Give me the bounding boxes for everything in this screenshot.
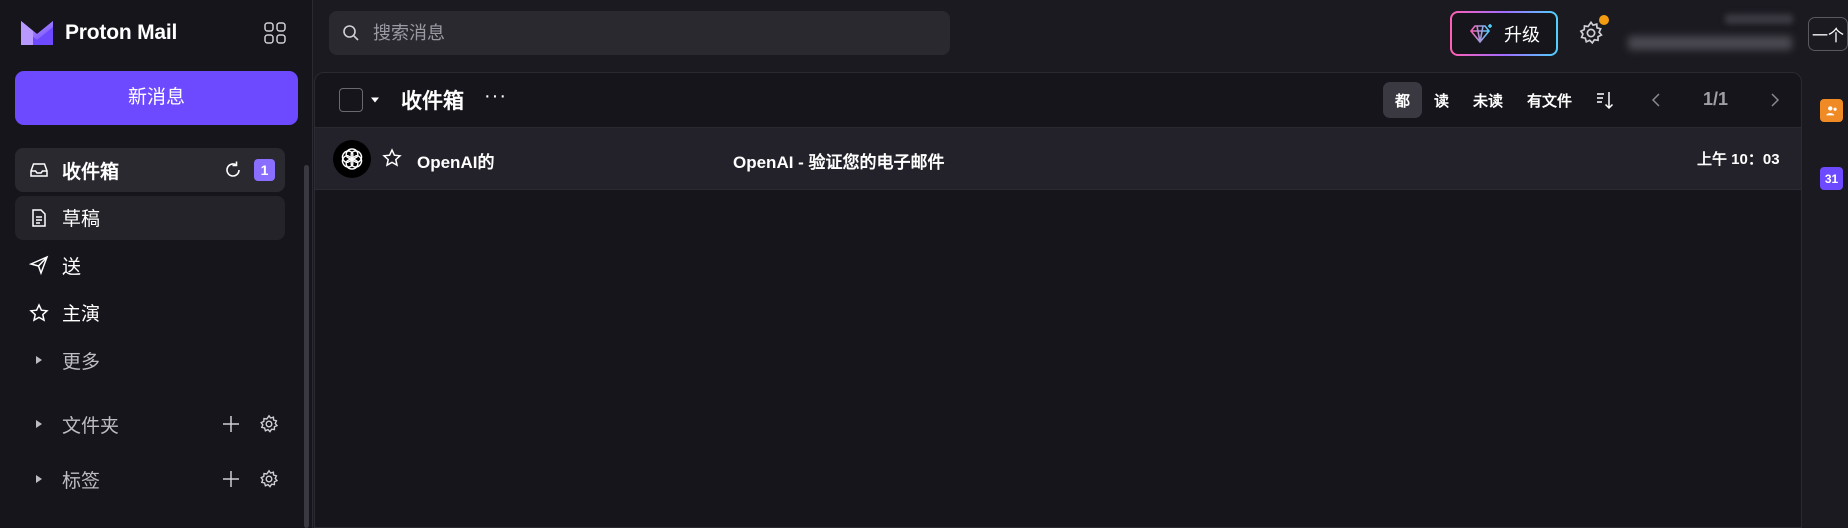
label-settings-icon[interactable]: [259, 469, 279, 489]
notification-dot: [1599, 15, 1609, 25]
more-actions-button[interactable]: ···: [484, 85, 507, 108]
sidebar-section-label: 文件夹: [62, 415, 120, 437]
new-message-button[interactable]: 新消息: [15, 71, 298, 125]
filter-read[interactable]: 读: [1422, 82, 1461, 118]
refresh-icon[interactable]: [223, 160, 243, 180]
message-row[interactable]: OpenAI的 OpenAI - 验证您的电子邮件 上午 10：03: [315, 128, 1801, 190]
sidebar-item-label: 更多: [62, 351, 101, 373]
list-toolbar: 收件箱 ··· 都 读 未读 有文件 1/1: [315, 73, 1801, 128]
filter-has-attachments[interactable]: 有文件: [1515, 82, 1584, 118]
message-sender: OpenAI的: [417, 153, 495, 172]
caret-right-icon: [29, 350, 49, 370]
filter-unread[interactable]: 未读: [1461, 82, 1515, 118]
sender-avatar[interactable]: [333, 140, 371, 178]
sidebar-item-label: 草稿: [62, 209, 101, 230]
add-folder-icon[interactable]: [221, 414, 241, 434]
sidebar-item-label: 收件箱: [62, 161, 120, 183]
upgrade-button-inner: 升级: [1452, 13, 1556, 54]
select-all-checkbox[interactable]: [339, 88, 363, 112]
sidebar-item-more[interactable]: 更多: [15, 338, 285, 382]
send-icon: [29, 255, 49, 275]
account-email-redacted: [1628, 36, 1792, 50]
contacts-icon[interactable]: [1820, 99, 1843, 122]
upgrade-label: 升级: [1504, 24, 1540, 45]
right-app-rail: 31: [1803, 72, 1848, 528]
pagination: 1/1: [1650, 89, 1781, 110]
filter-all[interactable]: 都: [1383, 82, 1423, 118]
sidebar-item-label: 送: [62, 256, 82, 278]
unread-count-badge: 1: [254, 159, 275, 181]
brand-logo[interactable]: Proton Mail: [19, 18, 177, 48]
sidebar-section-folders[interactable]: 文件夹: [15, 402, 285, 446]
sidebar-item-label: 主演: [62, 304, 101, 325]
section-actions: [221, 469, 279, 489]
folder-title: 收件箱: [401, 90, 464, 113]
sidebar-section-labels[interactable]: 标签: [15, 457, 285, 501]
calendar-icon[interactable]: 31: [1820, 167, 1843, 190]
star-icon: [29, 302, 49, 323]
account-name-redacted: [1725, 14, 1793, 24]
sidebar-item-starred[interactable]: 主演: [15, 291, 285, 335]
caret-right-icon: [29, 414, 49, 434]
sort-icon[interactable]: [1594, 89, 1616, 111]
diamond-icon: [1469, 23, 1492, 43]
sidebar-item-sent[interactable]: 送: [15, 243, 285, 287]
search-icon: [343, 25, 359, 41]
sidebar-section-label: 标签: [62, 470, 101, 492]
message-list-panel: 收件箱 ··· 都 读 未读 有文件 1/1 OpenAI的 OpenAI - …: [314, 72, 1802, 528]
sidebar: Proton Mail 新消息 收件箱 1 草稿 送 主演 更多 文件夹 标签: [0, 0, 313, 528]
filter-group: 都 读 未读 有文件: [1383, 82, 1616, 118]
inbox-icon: [29, 160, 49, 180]
app: Proton Mail 新消息 收件箱 1 草稿 送 主演 更多 文件夹 标签 …: [0, 0, 1848, 528]
account-button[interactable]: 一个: [1808, 17, 1848, 51]
search-input[interactable]: [373, 22, 933, 44]
brand-name: Proton Mail: [65, 21, 178, 44]
select-dropdown-icon[interactable]: [370, 96, 380, 104]
sidebar-item-drafts[interactable]: 草稿: [15, 195, 285, 240]
sidebar-scrollbar[interactable]: [304, 165, 309, 528]
section-actions: [221, 414, 279, 434]
caret-right-icon: [29, 469, 49, 489]
page-indicator: 1/1: [1702, 89, 1729, 109]
openai-logo-icon: [341, 148, 363, 170]
add-label-icon[interactable]: [221, 469, 241, 489]
proton-mail-logo-icon: [21, 21, 53, 45]
chevron-right-icon[interactable]: [1769, 91, 1781, 109]
message-subject: OpenAI - 验证您的电子邮件: [733, 153, 945, 172]
upgrade-button[interactable]: 升级: [1450, 11, 1558, 56]
star-message-icon[interactable]: [382, 148, 402, 168]
folder-settings-icon[interactable]: [259, 414, 279, 434]
sidebar-item-inbox[interactable]: 收件箱 1: [15, 148, 285, 192]
draft-icon: [29, 208, 49, 228]
search-bar[interactable]: [329, 11, 950, 55]
chevron-left-icon[interactable]: [1650, 91, 1662, 109]
message-time: 上午 10：03: [1697, 151, 1780, 168]
folder-nav: 收件箱 1 草稿 送 主演 更多 文件夹 标签: [15, 148, 285, 505]
apps-grid-icon[interactable]: [263, 21, 287, 45]
